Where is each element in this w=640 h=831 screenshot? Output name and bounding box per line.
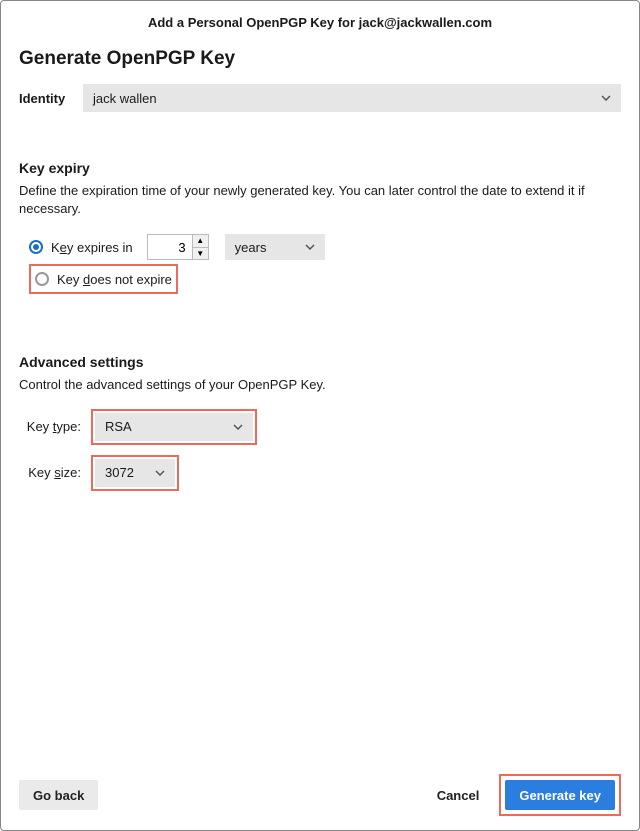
spinner-up-button[interactable]: ▲: [193, 235, 208, 248]
expiry-unit-value: years: [235, 240, 267, 255]
advanced-settings-section: Advanced settings Control the advanced s…: [19, 354, 621, 490]
radio-key-expires-label: Key expires in: [51, 240, 133, 255]
highlight-box: 3072: [91, 455, 179, 491]
expiry-unit-select[interactable]: years: [225, 234, 325, 260]
identity-selected-value: jack wallen: [93, 91, 157, 106]
generate-key-button[interactable]: Generate key: [505, 780, 615, 810]
key-size-value: 3072: [105, 465, 134, 480]
highlight-box: RSA: [91, 409, 257, 445]
identity-row: Identity jack wallen: [19, 84, 621, 112]
chevron-down-icon: [155, 470, 165, 476]
radio-unselected-icon: [35, 272, 49, 286]
number-spinner: ▲ ▼: [192, 235, 208, 259]
key-expiry-section: Key expiry Define the expiration time of…: [19, 160, 621, 294]
key-type-row: Key type: RSA: [19, 409, 621, 445]
radio-key-expires-in[interactable]: Key expires in ▲ ▼ years: [29, 232, 621, 262]
window-title: Add a Personal OpenPGP Key for jack@jack…: [1, 1, 639, 40]
radio-selected-icon: [29, 240, 43, 254]
key-type-label: Key type:: [19, 419, 81, 434]
chevron-down-icon: [601, 95, 611, 101]
advanced-desc: Control the advanced settings of your Op…: [19, 376, 621, 394]
identity-select[interactable]: jack wallen: [83, 84, 621, 112]
highlight-box: Generate key: [499, 774, 621, 816]
expiry-title: Key expiry: [19, 160, 621, 176]
go-back-button[interactable]: Go back: [19, 780, 98, 810]
expiry-desc: Define the expiration time of your newly…: [19, 182, 621, 218]
expiry-number-field[interactable]: ▲ ▼: [147, 234, 209, 260]
key-type-value: RSA: [105, 419, 132, 434]
cancel-button[interactable]: Cancel: [423, 780, 494, 810]
radio-key-no-expire[interactable]: Key does not expire: [29, 264, 178, 294]
key-type-select[interactable]: RSA: [95, 413, 253, 441]
key-size-select[interactable]: 3072: [95, 459, 175, 487]
spinner-down-button[interactable]: ▼: [193, 248, 208, 260]
key-size-row: Key size: 3072: [19, 455, 621, 491]
identity-label: Identity: [19, 91, 75, 106]
footer: Go back Cancel Generate key: [19, 774, 621, 816]
key-size-label: Key size:: [19, 465, 81, 480]
advanced-title: Advanced settings: [19, 354, 621, 370]
chevron-down-icon: [233, 424, 243, 430]
radio-no-expire-label: Key does not expire: [57, 272, 172, 287]
page-title: Generate OpenPGP Key: [19, 48, 621, 70]
expiry-number-input[interactable]: [148, 235, 192, 259]
chevron-down-icon: [305, 244, 315, 250]
